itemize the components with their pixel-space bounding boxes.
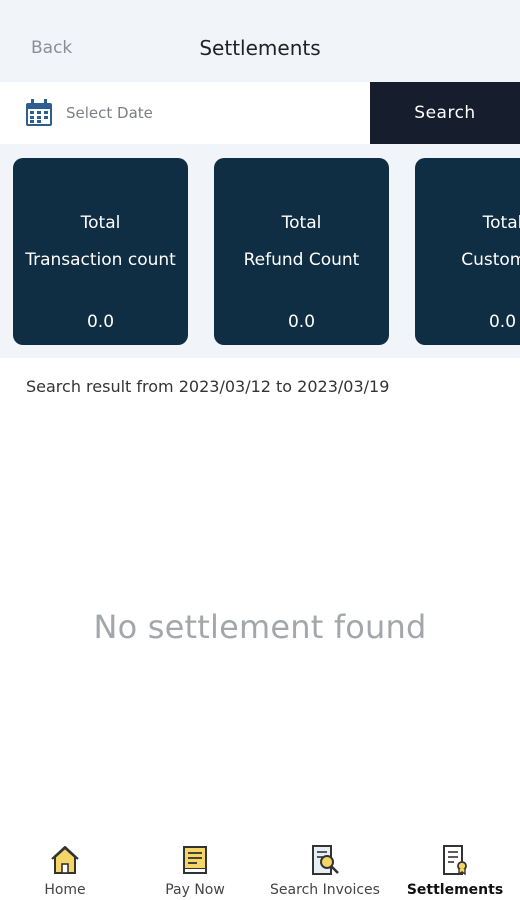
tab-pay-now[interactable]: Pay Now (130, 844, 260, 898)
tab-settlements[interactable]: Settlements (390, 844, 520, 898)
card-title: Total (281, 213, 322, 233)
empty-state-message: No settlement found (93, 608, 427, 646)
card-title: Total (80, 213, 121, 233)
home-icon (51, 845, 79, 874)
card-customer: Total Customer 0.0 (415, 158, 520, 345)
date-picker[interactable]: Select Date (0, 82, 370, 144)
card-value: 0.0 (86, 312, 115, 332)
card-value: 0.0 (287, 312, 316, 332)
summary-cards: Total Transaction count 0.0 Total Refund… (0, 144, 520, 358)
card-subtitle: Transaction count (25, 250, 176, 270)
card-refund-count: Total Refund Count 0.0 (214, 158, 389, 345)
card-subtitle: Customer (461, 250, 520, 270)
bottom-tab-bar: Home Pay Now Search Invoices Settlements (0, 830, 520, 900)
tab-search-invoices[interactable]: Search Invoices (260, 844, 390, 898)
receipt-icon (183, 846, 207, 874)
calendar-icon (26, 99, 52, 126)
tab-label: Search Invoices (270, 882, 380, 898)
card-subtitle: Refund Count (243, 250, 360, 270)
tab-label: Settlements (406, 882, 504, 898)
card-title: Total (482, 213, 520, 233)
search-result-range: Search result from 2023/03/12 to 2023/03… (26, 377, 390, 396)
tab-label: Pay Now (165, 882, 225, 898)
top-bar: Back Settlements (0, 0, 520, 82)
date-placeholder: Select Date (66, 104, 153, 122)
search-row: Select Date Search (0, 82, 520, 144)
search-document-icon (312, 845, 339, 875)
tab-home[interactable]: Home (0, 844, 130, 898)
search-button[interactable]: Search (370, 82, 520, 144)
tab-label: Home (44, 882, 86, 898)
card-value: 0.0 (488, 312, 517, 332)
settlement-document-icon (443, 845, 467, 876)
page-title: Settlements (199, 36, 321, 60)
card-transaction-count: Total Transaction count 0.0 (13, 158, 188, 345)
